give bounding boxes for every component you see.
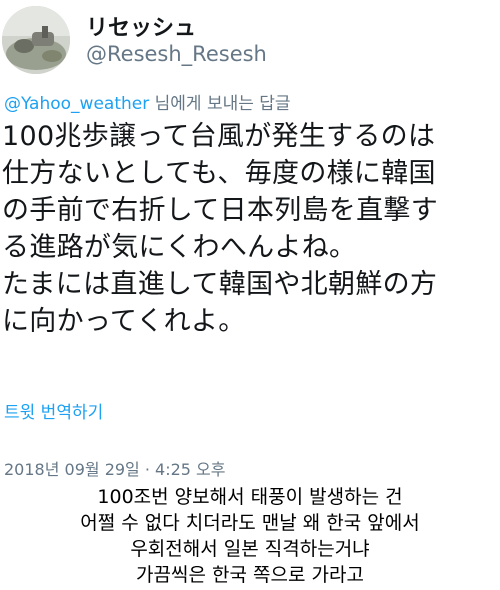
caption-line: 100조번 양보해서 태풍이 발생하는 건 [97,486,403,508]
tweet-header: リセッシュ @Resesh_Resesh [0,0,500,86]
tweet-text: 100兆歩譲って台風が発生するのは 仕方ないとしても、毎度の様に韓国 の手前で右… [2,118,498,340]
avatar-image [2,6,70,74]
reply-suffix: 님에게 보내는 답글 [149,94,291,114]
user-handle[interactable]: @Resesh_Resesh [86,42,267,66]
caption-line: 가끔씩은 한국 쪽으로 가라고 [136,564,364,586]
tweet-text-line: の手前で右折して日本列島を直撃す [2,195,438,226]
tweet-text-line: に向かってくれよ。 [2,306,246,337]
caption-line: 어쩔 수 없다 치더라도 맨날 왜 한국 앞에서 [80,512,420,534]
translate-tweet-link[interactable]: 트윗 번역하기 [4,398,103,423]
tweet-text-line: 100兆歩譲って台風が発生するのは [2,121,436,152]
avatar[interactable] [2,6,70,74]
tweet-text-line: 仕方ないとしても、毎度の様に韓国 [2,158,436,189]
reply-context: @Yahoo_weather 님에게 보내는 답글 [4,89,291,114]
reply-handle-link[interactable]: @Yahoo_weather [4,94,149,114]
tweet-text-line: る進路が気にくわへんよね。 [2,232,357,263]
display-name[interactable]: リセッシュ [86,10,196,42]
tweet-text-line: たまには直進して韓国や北朝鮮の方 [2,269,438,300]
translation-caption: 100조번 양보해서 태풍이 발생하는 건 어쩔 수 없다 치더라도 맨날 왜 … [0,484,500,588]
tweet-timestamp[interactable]: 2018년 09월 29일 · 4:25 오후 [4,456,225,480]
caption-line: 우회전해서 일본 직격하는거냐 [130,538,370,560]
